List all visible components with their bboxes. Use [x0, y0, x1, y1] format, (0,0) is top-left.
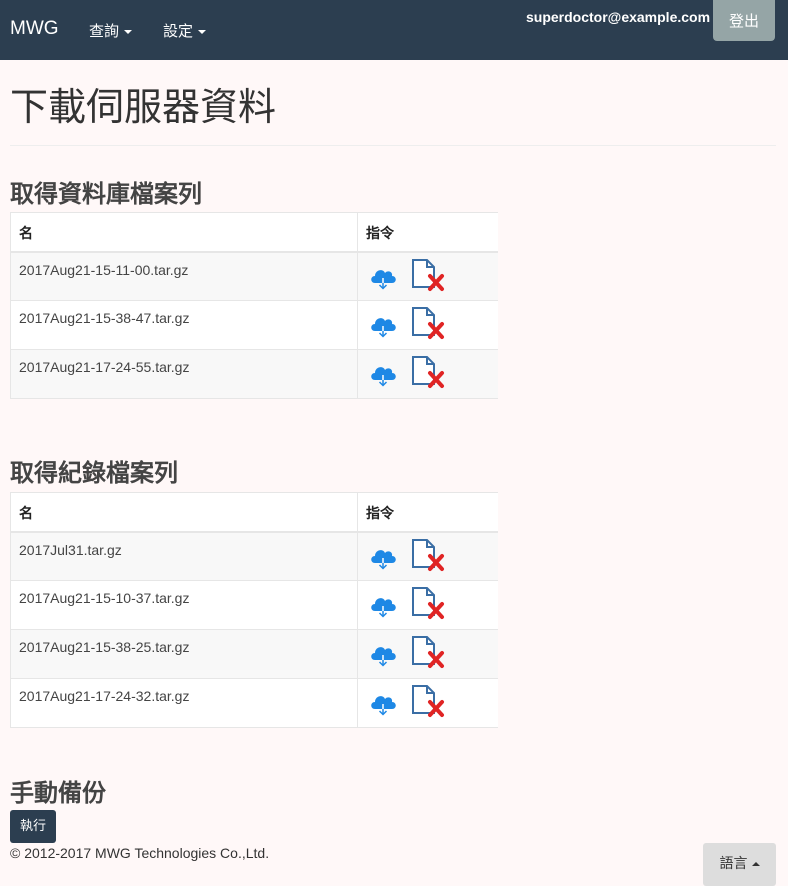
log-section-title: 取得紀錄檔案列	[10, 459, 178, 487]
run-backup-button[interactable]: 執行	[10, 810, 56, 843]
table-row: 2017Aug21-15-11-00.tar.gz	[10, 251, 498, 301]
column-header-name: 名	[10, 212, 358, 253]
table-row: 2017Aug21-15-38-47.tar.gz	[10, 300, 498, 350]
db-section-title: 取得資料庫檔案列	[10, 180, 202, 208]
file-delete-icon[interactable]	[410, 537, 446, 576]
table-header-row: 名 指令	[10, 212, 498, 253]
language-button[interactable]: 語言	[703, 843, 776, 886]
command-cell	[357, 300, 498, 350]
file-name-cell: 2017Aug21-15-38-25.tar.gz	[10, 629, 358, 679]
user-email: superdoctor@example.com	[526, 9, 711, 25]
footer-copyright: © 2012-2017 MWG Technologies Co.,Ltd.	[10, 845, 270, 861]
table-row: 2017Jul31.tar.gz	[10, 531, 498, 581]
file-delete-icon[interactable]	[410, 257, 446, 296]
command-cell	[357, 251, 498, 301]
command-cell	[357, 580, 498, 630]
table-header-row: 名 指令	[10, 492, 498, 533]
divider	[10, 145, 776, 146]
language-button-label: 語言	[719, 856, 748, 872]
command-cell	[357, 349, 498, 399]
table-row: 2017Aug21-15-38-25.tar.gz	[10, 629, 498, 679]
cloud-download-icon[interactable]	[368, 545, 398, 576]
file-delete-icon[interactable]	[410, 585, 446, 624]
file-delete-icon[interactable]	[410, 634, 446, 673]
file-name-cell: 2017Aug21-17-24-32.tar.gz	[10, 678, 358, 728]
backup-section-title: 手動備份	[10, 779, 106, 807]
log-file-table: 名 指令 2017Jul31.tar.gz 2017Aug21-15-10-37.…	[10, 492, 498, 728]
page-title: 下載伺服器資料	[10, 85, 277, 129]
db-file-table: 名 指令 2017Aug21-15-11-00.tar.gz 2017Aug21-…	[10, 212, 498, 399]
cloud-download-icon[interactable]	[368, 691, 398, 722]
chevron-down-icon	[124, 29, 133, 34]
command-cell	[357, 629, 498, 679]
query-menu[interactable]: 查詢	[89, 20, 133, 41]
file-delete-icon[interactable]	[410, 354, 446, 393]
table-row: 2017Aug21-15-10-37.tar.gz	[10, 580, 498, 630]
command-cell	[357, 678, 498, 728]
command-cell	[357, 531, 498, 581]
file-name-cell: 2017Aug21-17-24-55.tar.gz	[10, 349, 358, 399]
cloud-download-icon[interactable]	[368, 362, 398, 393]
query-menu-label: 查詢	[89, 22, 120, 40]
cloud-download-icon[interactable]	[368, 642, 398, 673]
file-delete-icon[interactable]	[410, 683, 446, 722]
chevron-down-icon	[198, 29, 207, 34]
settings-menu-label: 設定	[163, 22, 194, 40]
column-header-command: 指令	[357, 492, 498, 533]
file-name-cell: 2017Aug21-15-38-47.tar.gz	[10, 300, 358, 350]
column-header-name: 名	[10, 492, 358, 533]
top-navbar: MWG 查詢 設定 superdoctor@example.com 登出	[0, 0, 788, 60]
chevron-up-icon	[751, 862, 760, 866]
file-name-cell: 2017Aug21-15-11-00.tar.gz	[10, 251, 358, 301]
file-name-cell: 2017Aug21-15-10-37.tar.gz	[10, 580, 358, 630]
logout-button[interactable]: 登出	[713, 0, 775, 41]
file-delete-icon[interactable]	[410, 305, 446, 344]
table-row: 2017Aug21-17-24-55.tar.gz	[10, 349, 498, 399]
table-row: 2017Aug21-17-24-32.tar.gz	[10, 678, 498, 728]
cloud-download-icon[interactable]	[368, 265, 398, 296]
settings-menu[interactable]: 設定	[163, 20, 207, 41]
cloud-download-icon[interactable]	[368, 593, 398, 624]
cloud-download-icon[interactable]	[368, 313, 398, 344]
file-name-cell: 2017Jul31.tar.gz	[10, 531, 358, 581]
column-header-command: 指令	[357, 212, 498, 253]
brand-logo[interactable]: MWG	[10, 18, 59, 40]
